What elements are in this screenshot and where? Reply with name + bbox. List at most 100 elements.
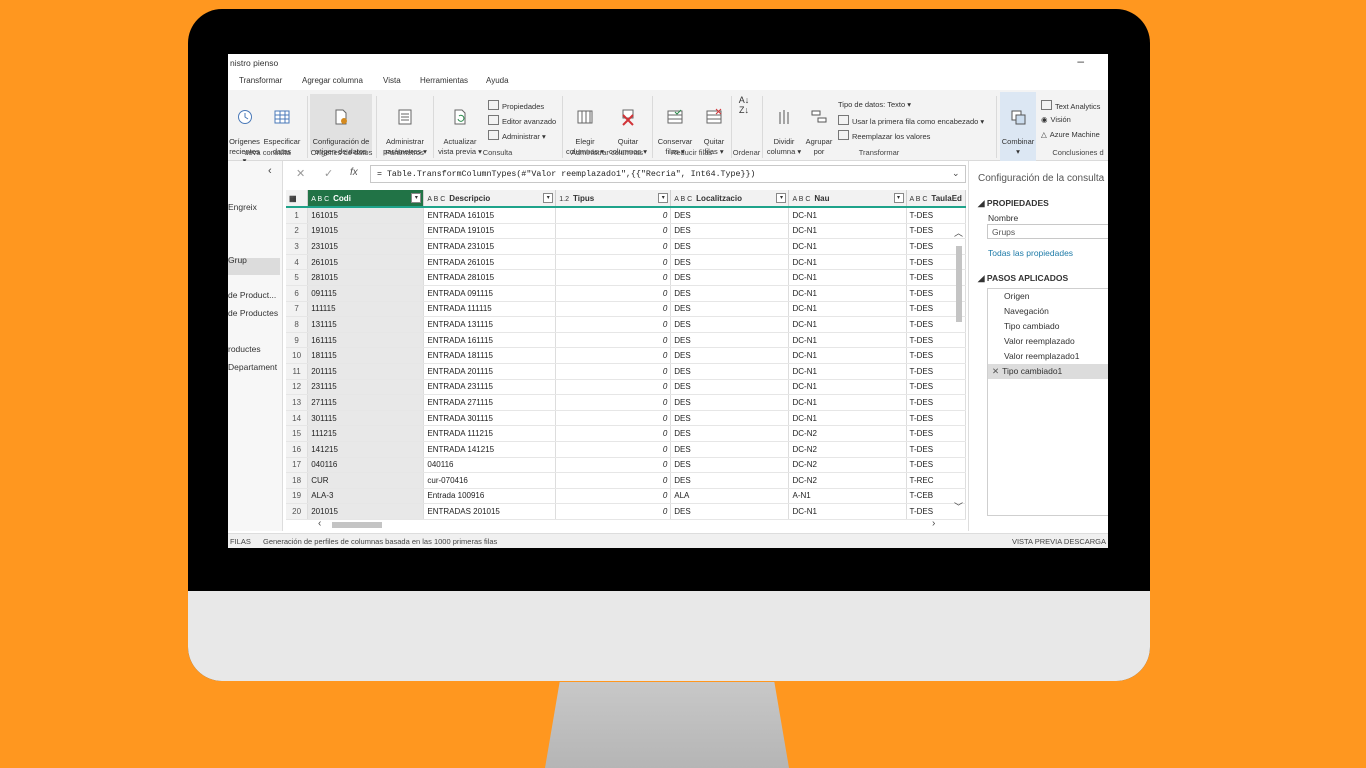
text-analytics-button[interactable]: Text Analytics [1041, 100, 1100, 111]
table-cell[interactable]: DES [670, 269, 790, 286]
table-cell[interactable]: A-N1 [788, 488, 907, 505]
applied-step[interactable]: Valor reemplazado1 [988, 349, 1108, 364]
menu-herramientas[interactable]: Herramientas [420, 76, 468, 85]
table-cell[interactable]: 0 [555, 285, 672, 302]
vertical-scrollbar[interactable]: ︿ ﹀ [954, 224, 964, 514]
table-cell[interactable]: ALA [670, 488, 790, 505]
table-cell[interactable]: ENTRADA 111115 [423, 301, 557, 318]
table-cell[interactable]: ENTRADAS 201015 [423, 503, 557, 520]
table-cell[interactable]: DC-N1 [788, 238, 907, 255]
properties-button[interactable]: Propiedades [488, 100, 544, 111]
table-row[interactable]: 3 231015 ENTRADA 231015 0 DES DC-N1 T-DES [286, 238, 966, 255]
table-cell[interactable]: DES [670, 347, 790, 364]
table-cell[interactable]: ENTRADA 091115 [423, 285, 557, 302]
cancel-icon[interactable]: ✕ [296, 167, 305, 180]
table-cell[interactable]: 0 [555, 269, 672, 286]
fx-icon[interactable]: fx [350, 167, 358, 178]
table-cell[interactable]: 231115 [307, 379, 425, 396]
applied-step[interactable]: Valor reemplazado [988, 334, 1108, 349]
table-cell[interactable]: 0 [555, 441, 672, 458]
filter-dropdown-icon[interactable]: ▾ [658, 193, 669, 203]
query-name-input[interactable]: Grups [987, 224, 1108, 239]
table-cell[interactable]: DC-N1 [788, 285, 907, 302]
table-cell[interactable]: 111215 [307, 425, 425, 442]
table-cell[interactable]: 040116 [307, 457, 425, 474]
table-cell[interactable]: 161115 [307, 332, 425, 349]
column-header-localitzacio[interactable]: A B C Localitzacio ▾ [670, 190, 790, 208]
table-cell[interactable]: 301115 [307, 410, 425, 427]
table-cell[interactable]: 0 [555, 394, 672, 411]
table-row[interactable]: 8 131115 ENTRADA 131115 0 DES DC-N1 T-DES [286, 316, 966, 333]
query-item[interactable]: Engreix [228, 202, 257, 212]
commit-icon[interactable]: ✓ [324, 167, 333, 180]
table-cell[interactable]: DES [670, 472, 790, 489]
table-cell[interactable]: 0 [555, 488, 672, 505]
table-cell[interactable]: ENTRADA 271115 [423, 394, 557, 411]
expand-formula-chevron-icon[interactable]: ⌄ [952, 168, 960, 179]
table-row[interactable]: 11 201115 ENTRADA 201115 0 DES DC-N1 T-DES [286, 363, 966, 380]
table-cell[interactable]: Entrada 100916 [423, 488, 557, 505]
applied-step-active[interactable]: ✕ Tipo cambiado1 [988, 364, 1108, 379]
azure-ml-button[interactable]: △ Azure Machine [1041, 130, 1100, 139]
table-cell[interactable]: 0 [555, 363, 672, 380]
table-cell[interactable]: DC-N1 [788, 379, 907, 396]
table-row[interactable]: 4 261015 ENTRADA 261015 0 DES DC-N1 T-DES [286, 254, 966, 271]
table-row[interactable]: 18 CUR cur-070416 0 DES DC-N2 T-REC [286, 472, 966, 489]
table-cell[interactable]: ENTRADA 181115 [423, 347, 557, 364]
applied-step[interactable]: Tipo cambiado [988, 319, 1108, 334]
combine-button[interactable]: Combinar ▾ [1000, 92, 1036, 162]
menu-agregar-columna[interactable]: Agregar columna [302, 76, 363, 85]
horizontal-scrollbar[interactable]: ‹ › [318, 518, 938, 530]
table-cell[interactable]: 0 [555, 238, 672, 255]
table-cell[interactable]: 181115 [307, 347, 425, 364]
table-cell[interactable]: 111115 [307, 301, 425, 318]
table-cell[interactable]: 0 [555, 457, 672, 474]
table-cell[interactable]: T-DES [906, 207, 966, 224]
table-cell[interactable]: ENTRADA 301115 [423, 410, 557, 427]
table-cell[interactable]: DES [670, 503, 790, 520]
table-cell[interactable]: 0 [555, 316, 672, 333]
table-cell[interactable]: 161015 [307, 207, 425, 224]
remove-step-icon[interactable]: ✕ [992, 366, 999, 376]
menu-transformar[interactable]: Transformar [239, 76, 282, 85]
table-cell[interactable]: 201115 [307, 363, 425, 380]
table-row[interactable]: 16 141215 ENTRADA 141215 0 DES DC-N2 T-DES [286, 441, 966, 458]
scroll-down-icon[interactable]: ﹀ [954, 500, 963, 513]
all-properties-link[interactable]: Todas las propiedades [988, 248, 1073, 258]
table-cell[interactable]: DC-N1 [788, 254, 907, 271]
table-cell[interactable]: 0 [555, 410, 672, 427]
table-cell[interactable]: DES [670, 285, 790, 302]
table-cell[interactable]: 0 [555, 425, 672, 442]
table-cell[interactable]: 0 [555, 207, 672, 224]
applied-steps-heading[interactable]: ◢ PASOS APLICADOS [978, 273, 1068, 284]
status-profiling[interactable]: Generación de perfiles de columnas basad… [263, 537, 497, 546]
table-cell[interactable]: DC-N1 [788, 301, 907, 318]
table-cell[interactable]: 0 [555, 347, 672, 364]
table-cell[interactable]: DES [670, 363, 790, 380]
table-cell[interactable]: DES [670, 410, 790, 427]
table-row[interactable]: 14 301115 ENTRADA 301115 0 DES DC-N1 T-DES [286, 410, 966, 427]
menu-vista[interactable]: Vista [383, 76, 401, 85]
table-cell[interactable]: 0 [555, 301, 672, 318]
table-cell[interactable]: 191015 [307, 223, 425, 240]
table-cell[interactable]: cur-070416 [423, 472, 557, 489]
query-item[interactable]: Departament [228, 362, 277, 372]
table-cell[interactable]: DC-N2 [788, 425, 907, 442]
scroll-left-icon[interactable]: ‹ [318, 518, 321, 529]
minimize-button[interactable]: – [1077, 54, 1084, 68]
table-cell[interactable]: DES [670, 441, 790, 458]
table-cell[interactable]: CUR [307, 472, 425, 489]
column-header-taulaed[interactable]: A B C TaulaEd [906, 190, 966, 208]
table-cell[interactable]: 271115 [307, 394, 425, 411]
table-cell[interactable]: 0 [555, 332, 672, 349]
column-header-descripcio[interactable]: A B C Descripcio ▾ [423, 190, 557, 208]
collapse-chevron-icon[interactable]: ‹ [268, 165, 272, 177]
vision-button[interactable]: ◉ Visión [1041, 115, 1071, 124]
table-cell[interactable]: DES [670, 457, 790, 474]
table-cell[interactable]: DC-N1 [788, 332, 907, 349]
query-item[interactable]: de Product... [228, 290, 276, 300]
table-cell[interactable]: ENTRADA 111215 [423, 425, 557, 442]
table-row[interactable]: 2 191015 ENTRADA 191015 0 DES DC-N1 T-DES [286, 223, 966, 240]
menu-ayuda[interactable]: Ayuda [486, 76, 509, 85]
table-cell[interactable]: ENTRADA 141215 [423, 441, 557, 458]
